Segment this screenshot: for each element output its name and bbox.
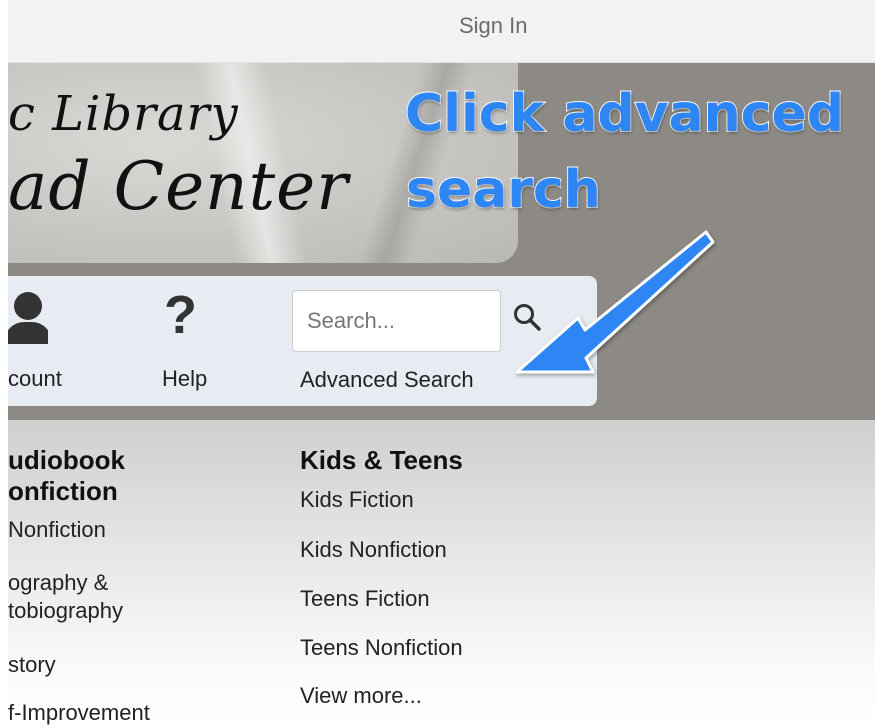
category-link-kids-fiction[interactable]: Kids Fiction: [300, 486, 414, 514]
callout-text-line2: search: [405, 159, 602, 221]
category-link-nonfiction[interactable]: Nonfiction: [8, 516, 106, 544]
category-link-history[interactable]: story: [8, 651, 56, 679]
top-bar: [8, 0, 875, 63]
callout-text-line1: Click advanced: [404, 83, 845, 145]
help-icon[interactable]: ?: [164, 284, 197, 346]
category-link-self-improvement[interactable]: f-Improvement: [8, 699, 150, 727]
category-link-kids-nonfiction[interactable]: Kids Nonfiction: [300, 536, 447, 564]
account-icon[interactable]: [8, 292, 48, 344]
advanced-search-link[interactable]: Advanced Search: [300, 367, 474, 393]
account-label[interactable]: count: [8, 366, 62, 392]
column-heading-audiobook: udiobook onfiction: [8, 445, 125, 506]
search-input[interactable]: [292, 290, 501, 352]
category-link-teens-fiction[interactable]: Teens Fiction: [300, 585, 430, 613]
category-link-biography[interactable]: ography & tobiography: [8, 569, 123, 625]
sign-in-link[interactable]: Sign In: [459, 13, 528, 39]
view-more-link[interactable]: View more...: [300, 682, 422, 710]
library-title-line2: ad Center: [8, 148, 349, 225]
help-label[interactable]: Help: [162, 366, 207, 392]
category-link-teens-nonfiction[interactable]: Teens Nonfiction: [300, 634, 463, 662]
library-title-line1: c Library: [8, 86, 239, 142]
column-heading-kids-teens: Kids & Teens: [300, 445, 463, 475]
search-icon[interactable]: [512, 302, 542, 332]
